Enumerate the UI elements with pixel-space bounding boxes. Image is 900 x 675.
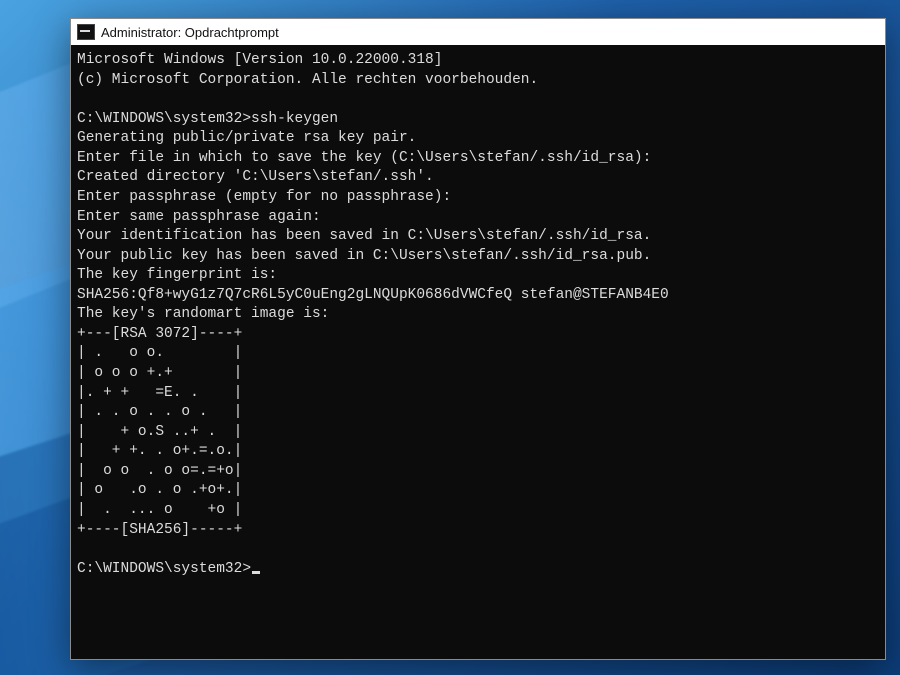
terminal-line: The key's randomart image is: [77, 306, 329, 322]
terminal-line: Generating public/private rsa key pair. [77, 130, 416, 146]
terminal-line: (c) Microsoft Corporation. Alle rechten … [77, 72, 538, 88]
terminal-line: | . ... o +o | [77, 502, 242, 518]
terminal-line: Enter passphrase (empty for no passphras… [77, 189, 451, 205]
terminal-line: Microsoft Windows [Version 10.0.22000.31… [77, 52, 442, 68]
terminal-line: Your identification has been saved in C:… [77, 228, 651, 244]
terminal-line: | + o.S ..+ . | [77, 424, 242, 440]
cmd-icon [77, 24, 95, 40]
terminal-line: | o o o +.+ | [77, 365, 242, 381]
command-prompt-window[interactable]: Administrator: Opdrachtprompt Microsoft … [70, 18, 886, 660]
window-titlebar[interactable]: Administrator: Opdrachtprompt [71, 19, 885, 45]
terminal-line: SHA256:Qf8+wyG1z7Q7cR6L5yC0uEng2gLNQUpK0… [77, 287, 669, 303]
terminal-line: Created directory 'C:\Users\stefan/.ssh'… [77, 169, 434, 185]
terminal-line: | o o . o o=.=+o| [77, 463, 242, 479]
window-title: Administrator: Opdrachtprompt [101, 25, 279, 40]
terminal-line: The key fingerprint is: [77, 267, 277, 283]
terminal-line: +----[SHA256]-----+ [77, 522, 242, 538]
desktop-background: Administrator: Opdrachtprompt Microsoft … [0, 0, 900, 675]
terminal-line: C:\WINDOWS\system32>ssh-keygen [77, 111, 338, 127]
terminal-line: | . . o . . o . | [77, 404, 242, 420]
terminal-line: Enter same passphrase again: [77, 209, 321, 225]
terminal-line: | . o o. | [77, 345, 242, 361]
terminal-line: Your public key has been saved in C:\Use… [77, 248, 651, 264]
terminal-cursor [252, 571, 260, 574]
terminal-line: | o .o . o .+o+.| [77, 482, 242, 498]
terminal-line: Enter file in which to save the key (C:\… [77, 150, 651, 166]
terminal-prompt[interactable]: C:\WINDOWS\system32> [77, 561, 251, 577]
terminal-line: | + +. . o+.=.o.| [77, 443, 242, 459]
terminal-line: +---[RSA 3072]----+ [77, 326, 242, 342]
terminal-output[interactable]: Microsoft Windows [Version 10.0.22000.31… [71, 45, 885, 659]
terminal-line: |. + + =E. . | [77, 385, 242, 401]
